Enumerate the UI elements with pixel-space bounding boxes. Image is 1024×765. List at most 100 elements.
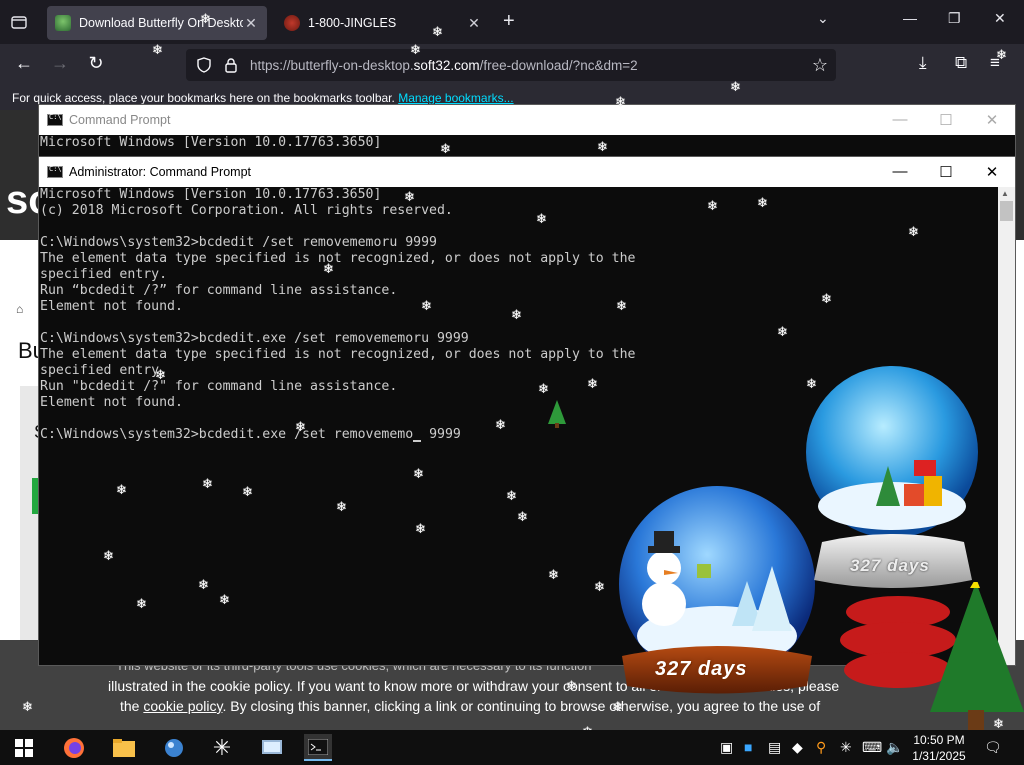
url-bar[interactable]: https://butterfly-on-desktop.soft32.com/… bbox=[186, 49, 836, 81]
tab-close-icon[interactable]: ✕ bbox=[466, 15, 482, 32]
jingles-favicon-icon bbox=[284, 15, 300, 31]
firefox-icon[interactable] bbox=[60, 734, 88, 761]
clock-date: 1/31/2025 bbox=[912, 749, 966, 763]
lock-icon[interactable] bbox=[224, 57, 238, 73]
tray-window-icon[interactable]: ▤ bbox=[768, 739, 781, 756]
maximize-icon[interactable]: ☐ bbox=[935, 111, 957, 129]
snowflake-icon: ❄ bbox=[538, 381, 549, 396]
command-prompt-icon[interactable] bbox=[304, 734, 332, 761]
console-line: specified entry. bbox=[40, 267, 168, 282]
home-icon[interactable]: ⌂ bbox=[16, 302, 23, 316]
command-prompt-window[interactable]: Command Prompt — ☐ ✕ Microsoft Windows [… bbox=[38, 104, 1016, 164]
snowflake-icon: ❄ bbox=[421, 298, 432, 313]
cookie-policy-link[interactable]: cookie policy bbox=[143, 698, 222, 714]
snowflake-icon: ❄ bbox=[432, 24, 443, 39]
extensions-icon[interactable]: ⧉ bbox=[955, 53, 967, 73]
maximize-icon[interactable]: ☐ bbox=[935, 163, 957, 181]
snowflake-icon: ❄ bbox=[415, 521, 426, 536]
list-all-tabs-icon[interactable] bbox=[6, 10, 32, 34]
back-icon[interactable]: ← bbox=[11, 53, 37, 77]
christmas-tree-decoration bbox=[840, 582, 1024, 730]
window-title: Administrator: Command Prompt bbox=[69, 165, 252, 179]
snowflake-icon: ❄ bbox=[242, 484, 253, 499]
app-icon[interactable] bbox=[160, 734, 188, 761]
manage-bookmarks-link[interactable]: Manage bookmarks... bbox=[398, 91, 513, 105]
snowflake-icon: ❄ bbox=[413, 466, 424, 481]
snowflake-icon: ❄ bbox=[152, 42, 163, 57]
system-clock[interactable]: 10:50 PM 1/31/2025 bbox=[908, 732, 970, 764]
file-explorer-icon[interactable] bbox=[110, 734, 138, 761]
console-line: Microsoft Windows [Version 10.0.17763.36… bbox=[40, 187, 382, 202]
window-titlebar[interactable]: Administrator: Command Prompt bbox=[39, 157, 1015, 187]
chevron-down-icon[interactable]: ⌄ bbox=[817, 10, 829, 27]
start-icon[interactable] bbox=[10, 734, 38, 761]
snowflake-icon: ❄ bbox=[404, 189, 415, 204]
snowflake-icon: ❄ bbox=[615, 94, 626, 109]
snowflake-icon: ❄ bbox=[22, 699, 33, 714]
console-line: The element data type specified is not r… bbox=[40, 251, 636, 266]
clock-time: 10:50 PM bbox=[913, 733, 965, 747]
snowflake-icon: ❄ bbox=[495, 417, 506, 432]
snowflake-icon: ❄ bbox=[821, 291, 832, 306]
control-panel-icon[interactable] bbox=[258, 734, 286, 761]
snowflake-icon: ❄ bbox=[219, 592, 230, 607]
snowflake-icon: ❄ bbox=[993, 716, 1004, 731]
window-titlebar[interactable]: Command Prompt bbox=[39, 105, 1015, 135]
snowflake-icon: ❄ bbox=[198, 577, 209, 592]
scrollbar-thumb[interactable] bbox=[1000, 201, 1013, 221]
close-window-icon[interactable]: ✕ bbox=[994, 10, 1006, 27]
snowflake-icon: ❄ bbox=[536, 211, 547, 226]
snowflake-icon: ❄ bbox=[136, 596, 147, 611]
windows-taskbar: ✳ ▣ ■ ▤ ◆ ⚲ ✳ ⌨ 🔈 10:50 PM 1/31/2025 🗨 bbox=[0, 730, 1024, 765]
tab-download-butterfly[interactable]: Download Butterfly On Desktop ✕ bbox=[47, 6, 267, 40]
snowflake-icon[interactable]: ✳ bbox=[208, 734, 236, 761]
minimize-icon[interactable]: — bbox=[889, 163, 911, 180]
tab-1-800-jingles[interactable]: 1-800-JINGLES ✕ bbox=[276, 6, 490, 40]
snowflake-icon: ❄ bbox=[616, 298, 627, 313]
tab-close-icon[interactable]: ✕ bbox=[243, 15, 259, 32]
minimize-icon[interactable]: — bbox=[903, 10, 917, 26]
tray-app-icon[interactable]: ▣ bbox=[720, 739, 733, 756]
downloads-icon[interactable]: ⤓ bbox=[919, 53, 927, 73]
console-line: Run “bcdedit /?” for command line assist… bbox=[40, 283, 398, 298]
console-line: specified entry. bbox=[40, 363, 168, 378]
new-tab-icon[interactable]: + bbox=[503, 10, 515, 33]
text-cursor bbox=[413, 440, 422, 442]
tray-snowflake-icon[interactable]: ✳ bbox=[840, 739, 852, 756]
console-line: C:\Windows\system32>bcdedit /set removem… bbox=[40, 235, 437, 250]
console-line: The element data type specified is not r… bbox=[40, 347, 636, 362]
snowflake-icon: ❄ bbox=[996, 47, 1007, 62]
days-counter: 327 days bbox=[850, 556, 930, 575]
snowflake-icon: ❄ bbox=[806, 376, 817, 391]
command-input-line[interactable]: C:\Windows\system32>bcdedit.exe /set rem… bbox=[40, 427, 635, 443]
restore-icon[interactable]: ❐ bbox=[948, 10, 961, 27]
days-counter: 327 days bbox=[655, 658, 748, 680]
snowflake-icon: ❄ bbox=[908, 224, 919, 239]
snowflake-icon: ❄ bbox=[200, 11, 211, 26]
close-icon[interactable]: ✕ bbox=[981, 111, 1003, 129]
tracking-protection-icon[interactable] bbox=[196, 57, 212, 73]
close-icon[interactable]: ✕ bbox=[981, 163, 1003, 181]
tray-search-icon[interactable]: ⚲ bbox=[816, 739, 826, 756]
snowflake-icon: ❄ bbox=[202, 476, 213, 491]
snowflake-icon: ❄ bbox=[566, 678, 577, 693]
snowflake-icon: ❄ bbox=[517, 509, 528, 524]
bookmark-star-icon[interactable]: ☆ bbox=[812, 55, 828, 76]
minimize-icon[interactable]: — bbox=[889, 111, 911, 128]
network-icon[interactable]: ⌨ bbox=[862, 739, 882, 756]
snowflake-icon: ❄ bbox=[155, 367, 166, 382]
forward-icon[interactable]: → bbox=[47, 53, 73, 77]
tray-blue-icon[interactable]: ■ bbox=[744, 739, 752, 755]
cmd-icon bbox=[47, 165, 63, 178]
snowflake-icon: ❄ bbox=[612, 699, 623, 714]
snowflake-icon: ❄ bbox=[410, 42, 421, 57]
volume-icon[interactable]: 🔈 bbox=[886, 739, 903, 756]
console-line: Element not found. bbox=[40, 299, 183, 314]
snowflake-icon: ❄ bbox=[103, 548, 114, 563]
notifications-icon[interactable]: 🗨 bbox=[984, 739, 1002, 756]
console-output[interactable]: Microsoft Windows [Version 10.0.17763.36… bbox=[39, 135, 381, 151]
scroll-up-icon[interactable]: ▲ bbox=[1001, 189, 1009, 198]
tray-drop-icon[interactable]: ◆ bbox=[792, 739, 803, 756]
reload-icon[interactable]: ↻ bbox=[83, 53, 109, 77]
